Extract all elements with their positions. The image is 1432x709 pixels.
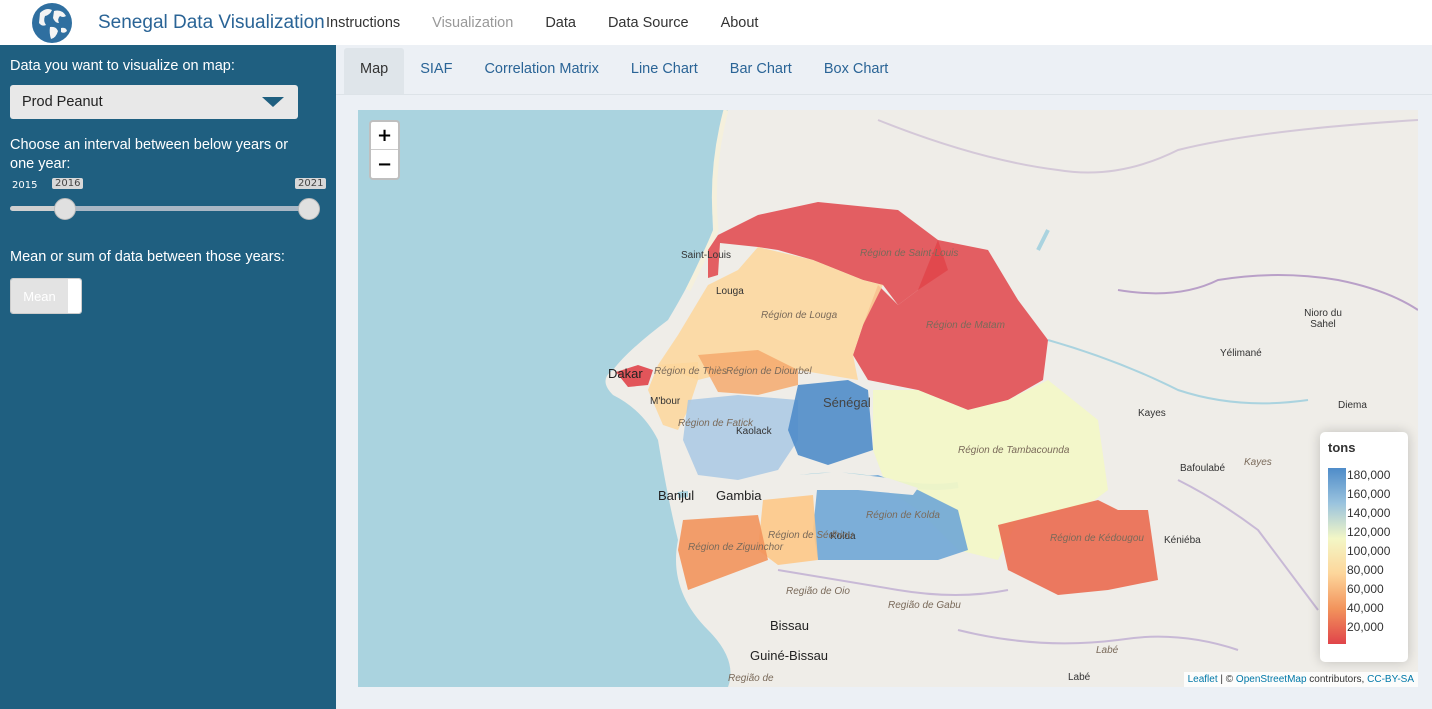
label-region-diourbel: Région de Diourbel xyxy=(726,366,812,377)
nav-about[interactable]: About xyxy=(721,15,759,31)
tab-correlation-matrix[interactable]: Correlation Matrix xyxy=(468,48,614,90)
label-banjul: Banjul xyxy=(658,488,695,503)
sidebar: Data you want to visualize on map: Prod … xyxy=(0,45,336,709)
label-gambia: Gambia xyxy=(716,488,762,503)
label-region-matam: Région de Matam xyxy=(926,320,1005,331)
label-regiao-oio: Região de Oio xyxy=(786,586,850,597)
data-select-dropdown[interactable]: Prod Peanut xyxy=(10,85,298,119)
tab-bar: Map SIAF Correlation Matrix Line Chart B… xyxy=(336,45,1432,95)
mean-sum-toggle[interactable]: Mean xyxy=(10,278,82,314)
nav-data-source[interactable]: Data Source xyxy=(608,15,689,31)
label-regiao-gabu: Região de Gabu xyxy=(888,600,961,611)
legend-title: tons xyxy=(1328,440,1356,455)
attribution-separator: | © xyxy=(1217,674,1236,685)
tab-line-chart[interactable]: Line Chart xyxy=(615,48,714,90)
attribution-contributors: contributors, xyxy=(1306,674,1368,685)
toggle-mean-option[interactable]: Mean xyxy=(11,279,68,313)
label-saint-louis: Saint-Louis xyxy=(681,250,732,261)
legend-tick: 80,000 xyxy=(1347,563,1384,577)
legend-tick: 160,000 xyxy=(1347,487,1391,501)
mean-sum-label: Mean or sum of data between those years: xyxy=(10,249,285,265)
leaflet-link[interactable]: Leaflet xyxy=(1188,674,1218,685)
label-region-thies: Région de Thiès xyxy=(654,366,727,377)
nav-data[interactable]: Data xyxy=(545,15,576,31)
legend-tick: 140,000 xyxy=(1347,506,1391,520)
label-bissau: Bissau xyxy=(770,618,810,633)
region-fatick[interactable] xyxy=(683,395,798,480)
nav-visualization[interactable]: Visualization xyxy=(432,15,513,31)
label-labe: Labé xyxy=(1068,672,1091,683)
slider-range-fill xyxy=(65,206,309,211)
label-region-saint-louis: Région de Saint-Louis xyxy=(860,248,959,259)
zoom-out-button[interactable]: − xyxy=(371,150,398,178)
slider-min-label: 2015 xyxy=(12,180,38,191)
label-region-kolda: Région de Kolda xyxy=(866,510,940,521)
label-yelimane: Yélimané xyxy=(1220,348,1262,359)
border-line xyxy=(1117,274,1418,311)
river xyxy=(1047,339,1309,405)
label-senegal: Sénégal xyxy=(823,395,871,410)
label-kaolack: Kaolack xyxy=(736,426,772,437)
legend-tick: 60,000 xyxy=(1347,582,1384,596)
legend-color-bar xyxy=(1328,468,1346,644)
zoom-control: + − xyxy=(369,120,400,180)
year-range-slider[interactable]: 2015 2016 2021 xyxy=(10,178,327,228)
app-title[interactable]: Senegal Data Visualization xyxy=(98,12,325,34)
nav-menu: Instructions Visualization Data Data Sou… xyxy=(326,0,790,45)
leaflet-map[interactable]: Saint-Louis Région de Saint-Louis Louga … xyxy=(358,110,1418,687)
interval-label: Choose an interval between below years o… xyxy=(10,137,289,172)
zoom-in-button[interactable]: + xyxy=(371,122,398,150)
map-attribution: Leaflet | © OpenStreetMap contributors, … xyxy=(1183,672,1418,687)
label-kayes: Kayes xyxy=(1138,408,1166,419)
label-region-ziguinchor: Région de Ziguinchor xyxy=(688,542,784,553)
tab-map[interactable]: Map xyxy=(344,48,405,94)
label-region-tambacounda: Région de Tambacounda xyxy=(958,445,1070,456)
label-guinea-bissau: Guiné-Bissau xyxy=(750,648,829,663)
label-louga: Louga xyxy=(716,286,744,297)
chevron-down-icon xyxy=(262,97,284,107)
label-region-sedhiou: Région de Sédhiou xyxy=(768,530,854,541)
top-navbar: Senegal Data Visualization Instructions … xyxy=(0,0,1432,45)
data-select-label: Data you want to visualize on map: xyxy=(10,58,235,74)
legend-tick: 100,000 xyxy=(1347,544,1391,558)
tab-box-chart[interactable]: Box Chart xyxy=(808,48,904,90)
label-regiao-de: Região de xyxy=(728,673,774,684)
slider-from-label: 2016 xyxy=(52,178,84,189)
border-line xyxy=(877,119,1418,174)
map-legend: tons 180,000 160,000 140,000 120,000 100… xyxy=(1320,432,1408,662)
lake xyxy=(1036,229,1050,251)
label-bafoulabe: Bafoulabé xyxy=(1180,463,1226,474)
toggle-handle[interactable] xyxy=(68,279,81,313)
label-diema: Diema xyxy=(1338,400,1367,411)
brand: Senegal Data Visualization xyxy=(0,0,336,45)
label-nioro: Nioro du Sahel xyxy=(1304,308,1342,330)
slider-to-handle[interactable] xyxy=(298,198,320,220)
data-select-value: Prod Peanut xyxy=(22,94,103,110)
label-kenieba: Kéniéba xyxy=(1164,535,1201,546)
globe-logo-icon xyxy=(32,2,72,43)
label-labe-region: Labé xyxy=(1096,645,1119,656)
label-mbour: M'bour xyxy=(650,396,681,407)
tab-bar-chart[interactable]: Bar Chart xyxy=(714,48,808,90)
label-region-kedougou: Région de Kédougou xyxy=(1050,533,1144,544)
tab-siaf[interactable]: SIAF xyxy=(404,48,468,90)
legend-tick: 40,000 xyxy=(1347,601,1384,615)
legend-tick: 180,000 xyxy=(1347,468,1391,482)
label-region-louga: Région de Louga xyxy=(761,310,838,321)
main-panel: Map SIAF Correlation Matrix Line Chart B… xyxy=(336,45,1432,709)
label-kayes-region: Kayes xyxy=(1244,457,1272,468)
legend-tick: 120,000 xyxy=(1347,525,1391,539)
slider-from-handle[interactable] xyxy=(54,198,76,220)
license-link[interactable]: CC-BY-SA xyxy=(1367,674,1414,685)
slider-to-label: 2021 xyxy=(295,178,327,189)
label-dakar: Dakar xyxy=(608,366,643,381)
legend-tick: 20,000 xyxy=(1347,620,1384,634)
nav-instructions[interactable]: Instructions xyxy=(326,15,400,31)
region-kaffrine[interactable] xyxy=(788,380,873,465)
osm-link[interactable]: OpenStreetMap xyxy=(1236,674,1307,685)
